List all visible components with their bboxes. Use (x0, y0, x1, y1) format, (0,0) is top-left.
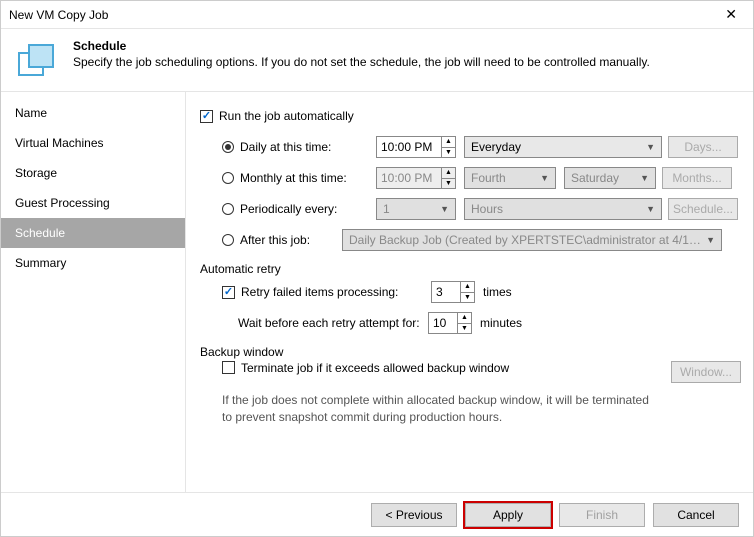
monthly-ordinal-combo: Fourth ▼ (464, 167, 556, 189)
retry-times-label: times (483, 285, 512, 299)
chevron-down-icon: ▼ (640, 173, 649, 183)
window-title: New VM Copy Job (9, 8, 717, 22)
retry-count-spinner[interactable]: ▲▼ (461, 281, 475, 303)
chevron-down-icon: ▼ (646, 142, 655, 152)
close-icon[interactable]: ✕ (717, 2, 745, 27)
after-job-label: After this job: (240, 233, 342, 247)
previous-button[interactable]: < Previous (371, 503, 457, 527)
daily-frequency-combo[interactable]: Everyday ▼ (464, 136, 662, 158)
retry-label: Retry failed items processing: (241, 285, 431, 299)
apply-button[interactable]: Apply (465, 503, 551, 527)
sidebar-item-guest-processing[interactable]: Guest Processing (1, 188, 185, 218)
after-job-combo: Daily Backup Job (Created by XPERTSTEC\a… (342, 229, 722, 251)
retry-section-label: Automatic retry (200, 262, 741, 276)
monthly-day-value: Saturday (571, 171, 619, 185)
periodic-unit-value: Hours (471, 202, 503, 216)
periodic-label: Periodically every: (240, 202, 376, 216)
sidebar-item-virtual-machines[interactable]: Virtual Machines (1, 128, 185, 158)
sidebar-item-storage[interactable]: Storage (1, 158, 185, 188)
page-subtitle: Specify the job scheduling options. If y… (73, 55, 650, 69)
sidebar-item-summary[interactable]: Summary (1, 248, 185, 278)
chevron-down-icon: ▼ (540, 173, 549, 183)
days-button[interactable]: Days... (668, 136, 738, 158)
monthly-label: Monthly at this time: (240, 171, 376, 185)
wizard-sidebar: Name Virtual Machines Storage Guest Proc… (1, 92, 186, 492)
terminate-checkbox[interactable] (222, 361, 235, 374)
finish-button: Finish (559, 503, 645, 527)
sidebar-item-name[interactable]: Name (1, 98, 185, 128)
chevron-down-icon: ▼ (646, 204, 655, 214)
wait-unit-label: minutes (480, 316, 522, 330)
monthly-time-spinner: ▲▼ (442, 167, 456, 189)
page-title: Schedule (73, 39, 650, 53)
wait-label: Wait before each retry attempt for: (238, 316, 428, 330)
schedule-icon (15, 39, 59, 83)
daily-time-spinner[interactable]: ▲▼ (442, 136, 456, 158)
run-auto-checkbox[interactable]: ✓ (200, 110, 213, 123)
window-button: Window... (671, 361, 741, 383)
monthly-day-combo: Saturday ▼ (564, 167, 656, 189)
daily-frequency-value: Everyday (471, 140, 521, 154)
daily-time-input[interactable]: 10:00 PM (376, 136, 442, 158)
backup-window-section-label: Backup window (200, 345, 741, 359)
chevron-down-icon: ▼ (440, 204, 449, 214)
monthly-radio[interactable] (222, 172, 234, 184)
sidebar-item-schedule[interactable]: Schedule (1, 218, 185, 248)
backup-window-hint: If the job does not complete within allo… (222, 392, 662, 426)
monthly-time-input: 10:00 PM (376, 167, 442, 189)
periodic-value: 1 (383, 202, 390, 216)
periodic-unit-combo: Hours ▼ (464, 198, 662, 220)
wait-value-spinner[interactable]: ▲▼ (458, 312, 472, 334)
periodic-radio[interactable] (222, 203, 234, 215)
schedule-button: Schedule... (668, 198, 738, 220)
after-job-radio[interactable] (222, 234, 234, 246)
after-job-value: Daily Backup Job (Created by XPERTSTEC\a… (349, 233, 702, 247)
periodic-value-combo: 1 ▼ (376, 198, 456, 220)
retry-count-input[interactable]: 3 (431, 281, 461, 303)
monthly-ordinal-value: Fourth (471, 171, 506, 185)
terminate-label: Terminate job if it exceeds allowed back… (241, 361, 509, 375)
wait-value-input[interactable]: 10 (428, 312, 458, 334)
chevron-down-icon: ▼ (706, 235, 715, 245)
daily-radio[interactable] (222, 141, 234, 153)
retry-checkbox[interactable]: ✓ (222, 286, 235, 299)
daily-label: Daily at this time: (240, 140, 376, 154)
run-auto-label: Run the job automatically (219, 109, 354, 123)
months-button: Months... (662, 167, 732, 189)
cancel-button[interactable]: Cancel (653, 503, 739, 527)
